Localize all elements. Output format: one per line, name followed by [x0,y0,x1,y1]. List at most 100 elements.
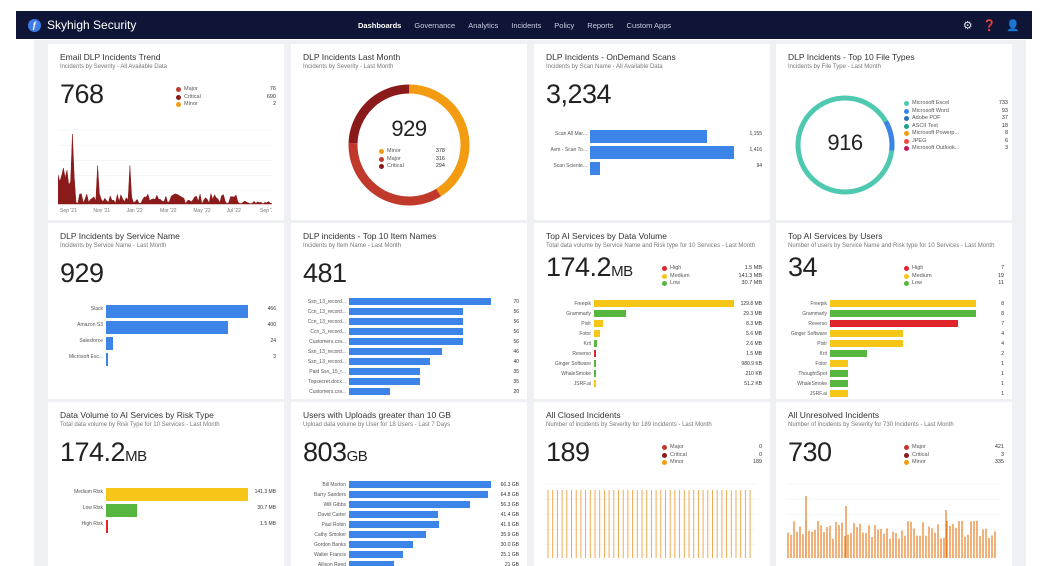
bar[interactable] [594,320,603,327]
bar[interactable] [594,300,734,307]
nav-dashboards[interactable]: Dashboards [358,21,401,30]
bar[interactable] [590,146,734,159]
bar[interactable] [594,330,601,337]
bar-row[interactable]: Grammarly 29.3 MB [538,309,762,318]
nav-analytics[interactable]: Analytics [468,21,498,30]
bar-row[interactable]: Krit 2.6 MB [538,339,762,348]
bar[interactable] [830,310,976,317]
bar-row[interactable]: David Carter 41.4 GB [295,510,519,519]
card-top-item-names[interactable]: DLP incidents - Top 10 Item Names Incide… [291,223,527,399]
bar[interactable] [594,310,626,317]
bar[interactable] [594,360,597,367]
bar[interactable] [830,380,849,387]
bar[interactable] [349,481,491,488]
bar[interactable] [349,368,420,375]
legend-item[interactable]: Major 0 [662,444,762,452]
bar-row[interactable]: Walter Francis 25.1 GB [295,550,519,559]
bar-row[interactable]: Fotor 5.6 MB [538,329,762,338]
bar-row[interactable]: Scan All Mar... 1,155 [542,126,762,143]
legend-item[interactable]: Critical 294 [379,163,445,171]
bar-row[interactable]: Grammarly 8 [780,309,1004,318]
legend-item[interactable]: Minor 335 [904,459,1004,467]
bar-row[interactable]: Ccn_13_record... 56 [295,307,519,316]
bar-row[interactable]: Barry Sanders 64.8 GB [295,490,519,499]
bar[interactable] [106,321,228,334]
bar-row[interactable]: High Risk 1.5 MB [52,516,276,533]
legend-item[interactable]: Adobe PDF 37 [904,115,1008,123]
legend-item[interactable]: Minor 189 [662,459,762,467]
bar[interactable] [830,340,903,347]
bar[interactable] [349,491,488,498]
bar-row[interactable]: Freepik 8 [780,299,1004,308]
bar-row[interactable]: Reverso 7 [780,319,1004,328]
legend-item[interactable]: ASCII Text 18 [904,123,1008,131]
card-uploads[interactable]: Users with Uploads greater than 10 GB Up… [291,402,527,566]
bar[interactable] [106,305,248,318]
bar[interactable] [830,390,849,397]
bar[interactable] [349,501,470,508]
bar[interactable] [349,348,443,355]
nav-custom-apps[interactable]: Custom Apps [627,21,672,30]
bar-row[interactable]: JSRF.ai 51.2 KB [538,379,762,388]
bar[interactable] [106,337,114,350]
legend-item[interactable]: Critical 690 [176,94,276,102]
bar-row[interactable]: Pixlr 4 [780,339,1004,348]
bar-row[interactable]: Reverso 1.5 MB [538,349,762,358]
bar-row[interactable]: Ccn_3_record... 56 [295,327,519,336]
bar[interactable] [830,330,903,337]
bar-row[interactable]: Amazon S3 400 [52,317,276,334]
bar[interactable] [349,338,463,345]
card-service-name[interactable]: DLP Incidents by Service Name Incidents … [48,223,284,399]
bar[interactable] [349,378,420,385]
bar-row[interactable]: Paid Ssn_15_r... 35 [295,367,519,376]
bar[interactable] [830,320,958,327]
bar-row[interactable]: Ssn_13_record... 70 [295,297,519,306]
bar-row[interactable]: Scan Sciente... 94 [542,158,762,175]
bar[interactable] [590,130,708,143]
card-ondemand-scans[interactable]: DLP Incidents - OnDemand Scans Incidents… [534,44,770,220]
bar-row[interactable]: Ssn_13_record... 46 [295,347,519,356]
legend-item[interactable]: Microsoft Powerp... 8 [904,130,1008,138]
bar[interactable] [830,370,849,377]
bar[interactable] [349,318,463,325]
legend-item[interactable]: Microsoft Excel 733 [904,100,1008,108]
legend-item[interactable]: JPEG 6 [904,138,1008,146]
legend-item[interactable]: Low 11 [904,280,1004,288]
bar[interactable] [349,308,463,315]
bar[interactable] [830,360,849,367]
bar[interactable] [106,353,109,366]
bar-row[interactable]: Will Gibbs 56.3 GB [295,500,519,509]
bar[interactable] [594,340,597,347]
bar[interactable] [830,300,976,307]
card-ai-data-volume[interactable]: Top AI Services by Data Volume Total dat… [534,223,770,399]
card-closed-incidents[interactable]: All Closed Incidents Number of incidents… [534,402,770,566]
bar[interactable] [349,551,403,558]
legend-item[interactable]: Minor 2 [176,101,276,109]
bar[interactable] [349,358,431,365]
bar-row[interactable]: Ccn_13_record... 56 [295,317,519,326]
bar-row[interactable]: Allison Reed 21 GB [295,560,519,566]
card-dlp-last-month[interactable]: DLP Incidents Last Month Incidents by Se… [291,44,527,220]
bar-row[interactable]: Medium Risk 141.3 MB [52,484,276,501]
bar-row[interactable]: JSRF.ai 1 [780,389,1004,398]
legend-item[interactable]: Microsoft Outlook... 3 [904,145,1008,153]
bar[interactable] [349,328,463,335]
bar-row[interactable]: Ssn_13_record... 40 [295,357,519,366]
bar[interactable] [590,162,600,175]
card-unresolved-incidents[interactable]: All Unresolved Incidents Number of incid… [776,402,1012,566]
legend-item[interactable]: Major 421 [904,444,1004,452]
card-email-dlp-trend[interactable]: Email DLP Incidents Trend Incidents by S… [48,44,284,220]
bar-row[interactable]: Gordon Banks 30.0 GB [295,540,519,549]
legend-item[interactable]: Minor 378 [379,148,445,156]
bar-row[interactable]: Ginger Software 4 [780,329,1004,338]
series-critical[interactable] [58,133,272,205]
bar-row[interactable]: ThoughtSpot 1 [780,369,1004,378]
bar[interactable] [594,380,597,387]
bar-row[interactable]: Slack 466 [52,301,276,318]
bar[interactable] [594,370,597,377]
bar-row[interactable]: Topsecret.docx... 35 [295,377,519,386]
bar[interactable] [349,531,426,538]
bar-row[interactable]: Freepik 129.8 MB [538,299,762,308]
bar-row[interactable]: Customers.csv... 56 [295,337,519,346]
bar[interactable] [106,504,137,517]
